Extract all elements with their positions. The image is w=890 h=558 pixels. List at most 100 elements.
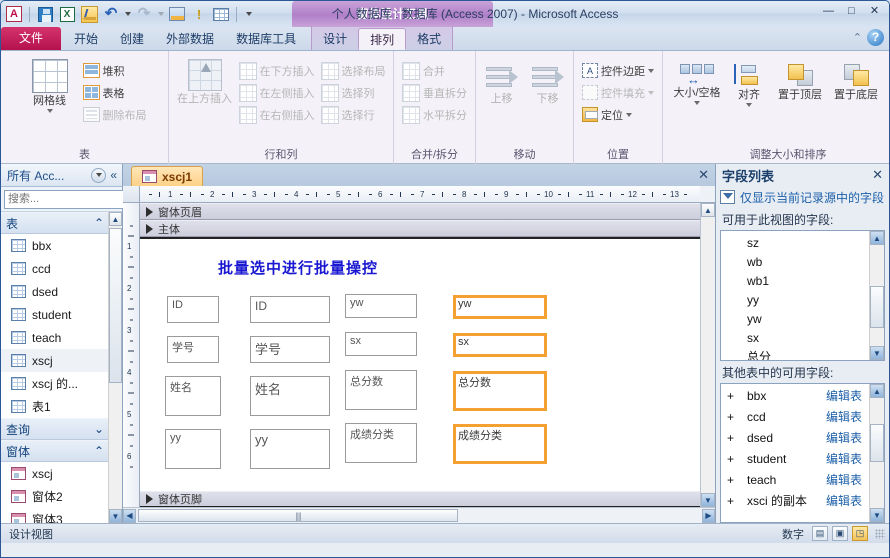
tabular-button[interactable]: 表格 xyxy=(80,82,150,103)
edit-table-link[interactable]: 编辑表 xyxy=(826,492,862,509)
section-header-detail[interactable]: 主体 xyxy=(140,220,700,237)
other-tables-scrollbar[interactable]: ▲ ▼ xyxy=(869,384,884,522)
scroll-up-button[interactable]: ▲ xyxy=(701,203,715,217)
field-item-sz[interactable]: sz xyxy=(721,233,884,252)
label-zongfenshu[interactable]: 总分数 xyxy=(345,370,417,410)
tab-external-data[interactable]: 外部数据 xyxy=(155,28,225,50)
textbox-id[interactable]: ID xyxy=(250,296,330,323)
chevron-down-icon[interactable] xyxy=(694,101,700,105)
nav-pane-dropdown-icon[interactable] xyxy=(91,168,106,183)
stacked-button[interactable]: 堆积 xyxy=(80,60,150,81)
selected-control-chengjifenlei[interactable]: 成绩分类 xyxy=(453,424,547,464)
label-xingming[interactable]: 姓名 xyxy=(165,376,221,416)
document-tab-xscj1[interactable]: xscj1 xyxy=(131,166,203,186)
nav-item-form3[interactable]: 窗体3 xyxy=(1,508,109,523)
field-item-zongfen[interactable]: 总分 xyxy=(721,347,884,361)
other-tables-box[interactable]: + bbx 编辑表 + ccd 编辑表 + dsed 编辑表 xyxy=(720,383,885,523)
tab-design[interactable]: 设计 xyxy=(312,28,358,50)
expand-expander-icon[interactable]: + xyxy=(727,473,734,487)
expand-expander-icon[interactable]: + xyxy=(727,410,734,424)
available-fields-scrollbar[interactable]: ▲ ▼ xyxy=(869,231,884,360)
expand-expander-icon[interactable]: + xyxy=(727,431,734,445)
edit-table-link[interactable]: 编辑表 xyxy=(826,387,862,404)
chevron-down-icon[interactable] xyxy=(47,109,53,113)
scroll-up-button[interactable]: ▲ xyxy=(870,231,884,245)
scroll-up-button[interactable]: ▲ xyxy=(870,384,884,398)
expand-expander-icon[interactable]: + xyxy=(727,452,734,466)
anchoring-button[interactable]: 定位 xyxy=(579,104,657,125)
detail-section-body[interactable]: 批量选中进行批量操控 ID 学号 姓名 yy ID 学号 姓名 yy yw xyxy=(140,237,700,491)
selected-control-zongfenshu[interactable]: 总分数 xyxy=(453,371,547,411)
design-view-button[interactable]: ◳ xyxy=(852,526,868,541)
scroll-thumb[interactable] xyxy=(870,424,884,462)
available-fields-box[interactable]: sz wb wb1 yy yw sx 总分 − 学生信息 学生信息.FileDa… xyxy=(720,230,885,361)
nav-pane-title[interactable]: 所有 Acc... xyxy=(3,167,64,184)
label-yy[interactable]: yy xyxy=(165,429,221,469)
maximize-button[interactable]: □ xyxy=(843,4,860,19)
layout-view-button[interactable]: ▣ xyxy=(832,526,848,541)
close-document-icon[interactable]: ✕ xyxy=(698,167,709,183)
tab-arrange[interactable]: 排列 xyxy=(358,28,406,50)
other-table-xsci-copy[interactable]: + xsci 的副本 编辑表 xyxy=(721,490,884,511)
document-horizontal-scrollbar[interactable]: ◀ |||| ▶ xyxy=(123,507,715,523)
tab-home[interactable]: 开始 xyxy=(63,28,109,50)
other-table-dsed[interactable]: + dsed 编辑表 xyxy=(721,427,884,448)
form-title-label[interactable]: 批量选中进行批量操控 xyxy=(218,257,378,278)
send-to-back-button[interactable]: 置于底层 xyxy=(828,60,884,101)
help-icon[interactable]: ? xyxy=(867,29,884,46)
close-icon[interactable]: ✕ xyxy=(872,167,883,183)
tab-format[interactable]: 格式 xyxy=(406,28,452,50)
nav-item-ccd[interactable]: ccd xyxy=(1,257,109,280)
scroll-down-button[interactable]: ▼ xyxy=(109,509,122,523)
nav-item-xscj-copy[interactable]: xscj 的... xyxy=(1,372,109,395)
collapse-ribbon-icon[interactable]: ⌃ xyxy=(853,31,862,44)
bring-to-front-button[interactable]: 置于顶层 xyxy=(772,60,828,101)
vertical-ruler[interactable]: 123 456 xyxy=(123,203,140,507)
form-design-canvas[interactable]: 窗体页眉 主体 批量选中进行批量操控 ID 学号 姓名 yy xyxy=(140,203,700,507)
label-sx[interactable]: sx xyxy=(345,332,417,356)
expand-expander-icon[interactable]: + xyxy=(727,494,734,508)
label-id[interactable]: ID xyxy=(167,296,219,323)
label-xuehao[interactable]: 学号 xyxy=(167,336,219,363)
nav-group-forms[interactable]: 窗体 ⌃ xyxy=(1,440,109,462)
nav-item-bbx[interactable]: bbx xyxy=(1,234,109,257)
scroll-thumb[interactable] xyxy=(109,228,122,383)
tab-create[interactable]: 创建 xyxy=(109,28,155,50)
nav-scrollbar[interactable]: ▲ ▼ xyxy=(108,212,122,523)
section-header-form-footer[interactable]: 窗体页脚 xyxy=(140,491,700,507)
selected-control-yw[interactable]: yw xyxy=(453,295,547,319)
scroll-down-button[interactable]: ▼ xyxy=(870,346,884,360)
textbox-xuehao[interactable]: 学号 xyxy=(250,336,330,363)
textbox-xingming[interactable]: 姓名 xyxy=(250,376,330,416)
nav-item-student[interactable]: student xyxy=(1,303,109,326)
edit-table-link[interactable]: 编辑表 xyxy=(826,429,862,446)
nav-item-dsed[interactable]: dsed xyxy=(1,280,109,303)
document-vertical-scrollbar[interactable]: ▲ ▼ xyxy=(700,203,715,507)
minimize-button[interactable]: — xyxy=(820,4,837,19)
nav-pane-collapse-icon[interactable]: « xyxy=(107,168,120,182)
close-button[interactable]: ✕ xyxy=(866,4,883,19)
label-chengjifenlei[interactable]: 成绩分类 xyxy=(345,423,417,463)
nav-item-form-xscj[interactable]: xscj xyxy=(1,462,109,485)
resize-grip[interactable] xyxy=(875,529,885,539)
edit-table-link[interactable]: 编辑表 xyxy=(826,471,862,488)
field-item-yw[interactable]: yw xyxy=(721,309,884,328)
other-table-bbx[interactable]: + bbx 编辑表 xyxy=(721,385,884,406)
edit-table-link[interactable]: 编辑表 xyxy=(826,450,862,467)
other-table-ccd[interactable]: + ccd 编辑表 xyxy=(721,406,884,427)
selected-control-sx[interactable]: sx xyxy=(453,333,547,357)
field-item-wb1[interactable]: wb1 xyxy=(721,271,884,290)
textbox-yy[interactable]: yy xyxy=(250,429,330,469)
nav-item-xscj[interactable]: xscj xyxy=(1,349,109,372)
field-item-sx[interactable]: sx xyxy=(721,328,884,347)
scroll-thumb[interactable] xyxy=(870,286,884,328)
scroll-down-button[interactable]: ▼ xyxy=(870,508,884,522)
nav-item-teach[interactable]: teach xyxy=(1,326,109,349)
horizontal-ruler[interactable]: 123 456 789 101112 13 xyxy=(140,186,700,203)
align-button[interactable]: 对齐 xyxy=(726,60,772,107)
form-view-button[interactable]: ▤ xyxy=(812,526,828,541)
field-item-wb[interactable]: wb xyxy=(721,252,884,271)
control-margins-button[interactable]: A 控件边距 xyxy=(579,60,657,81)
scroll-right-button[interactable]: ▶ xyxy=(702,509,715,523)
chevron-down-icon[interactable] xyxy=(626,113,632,117)
